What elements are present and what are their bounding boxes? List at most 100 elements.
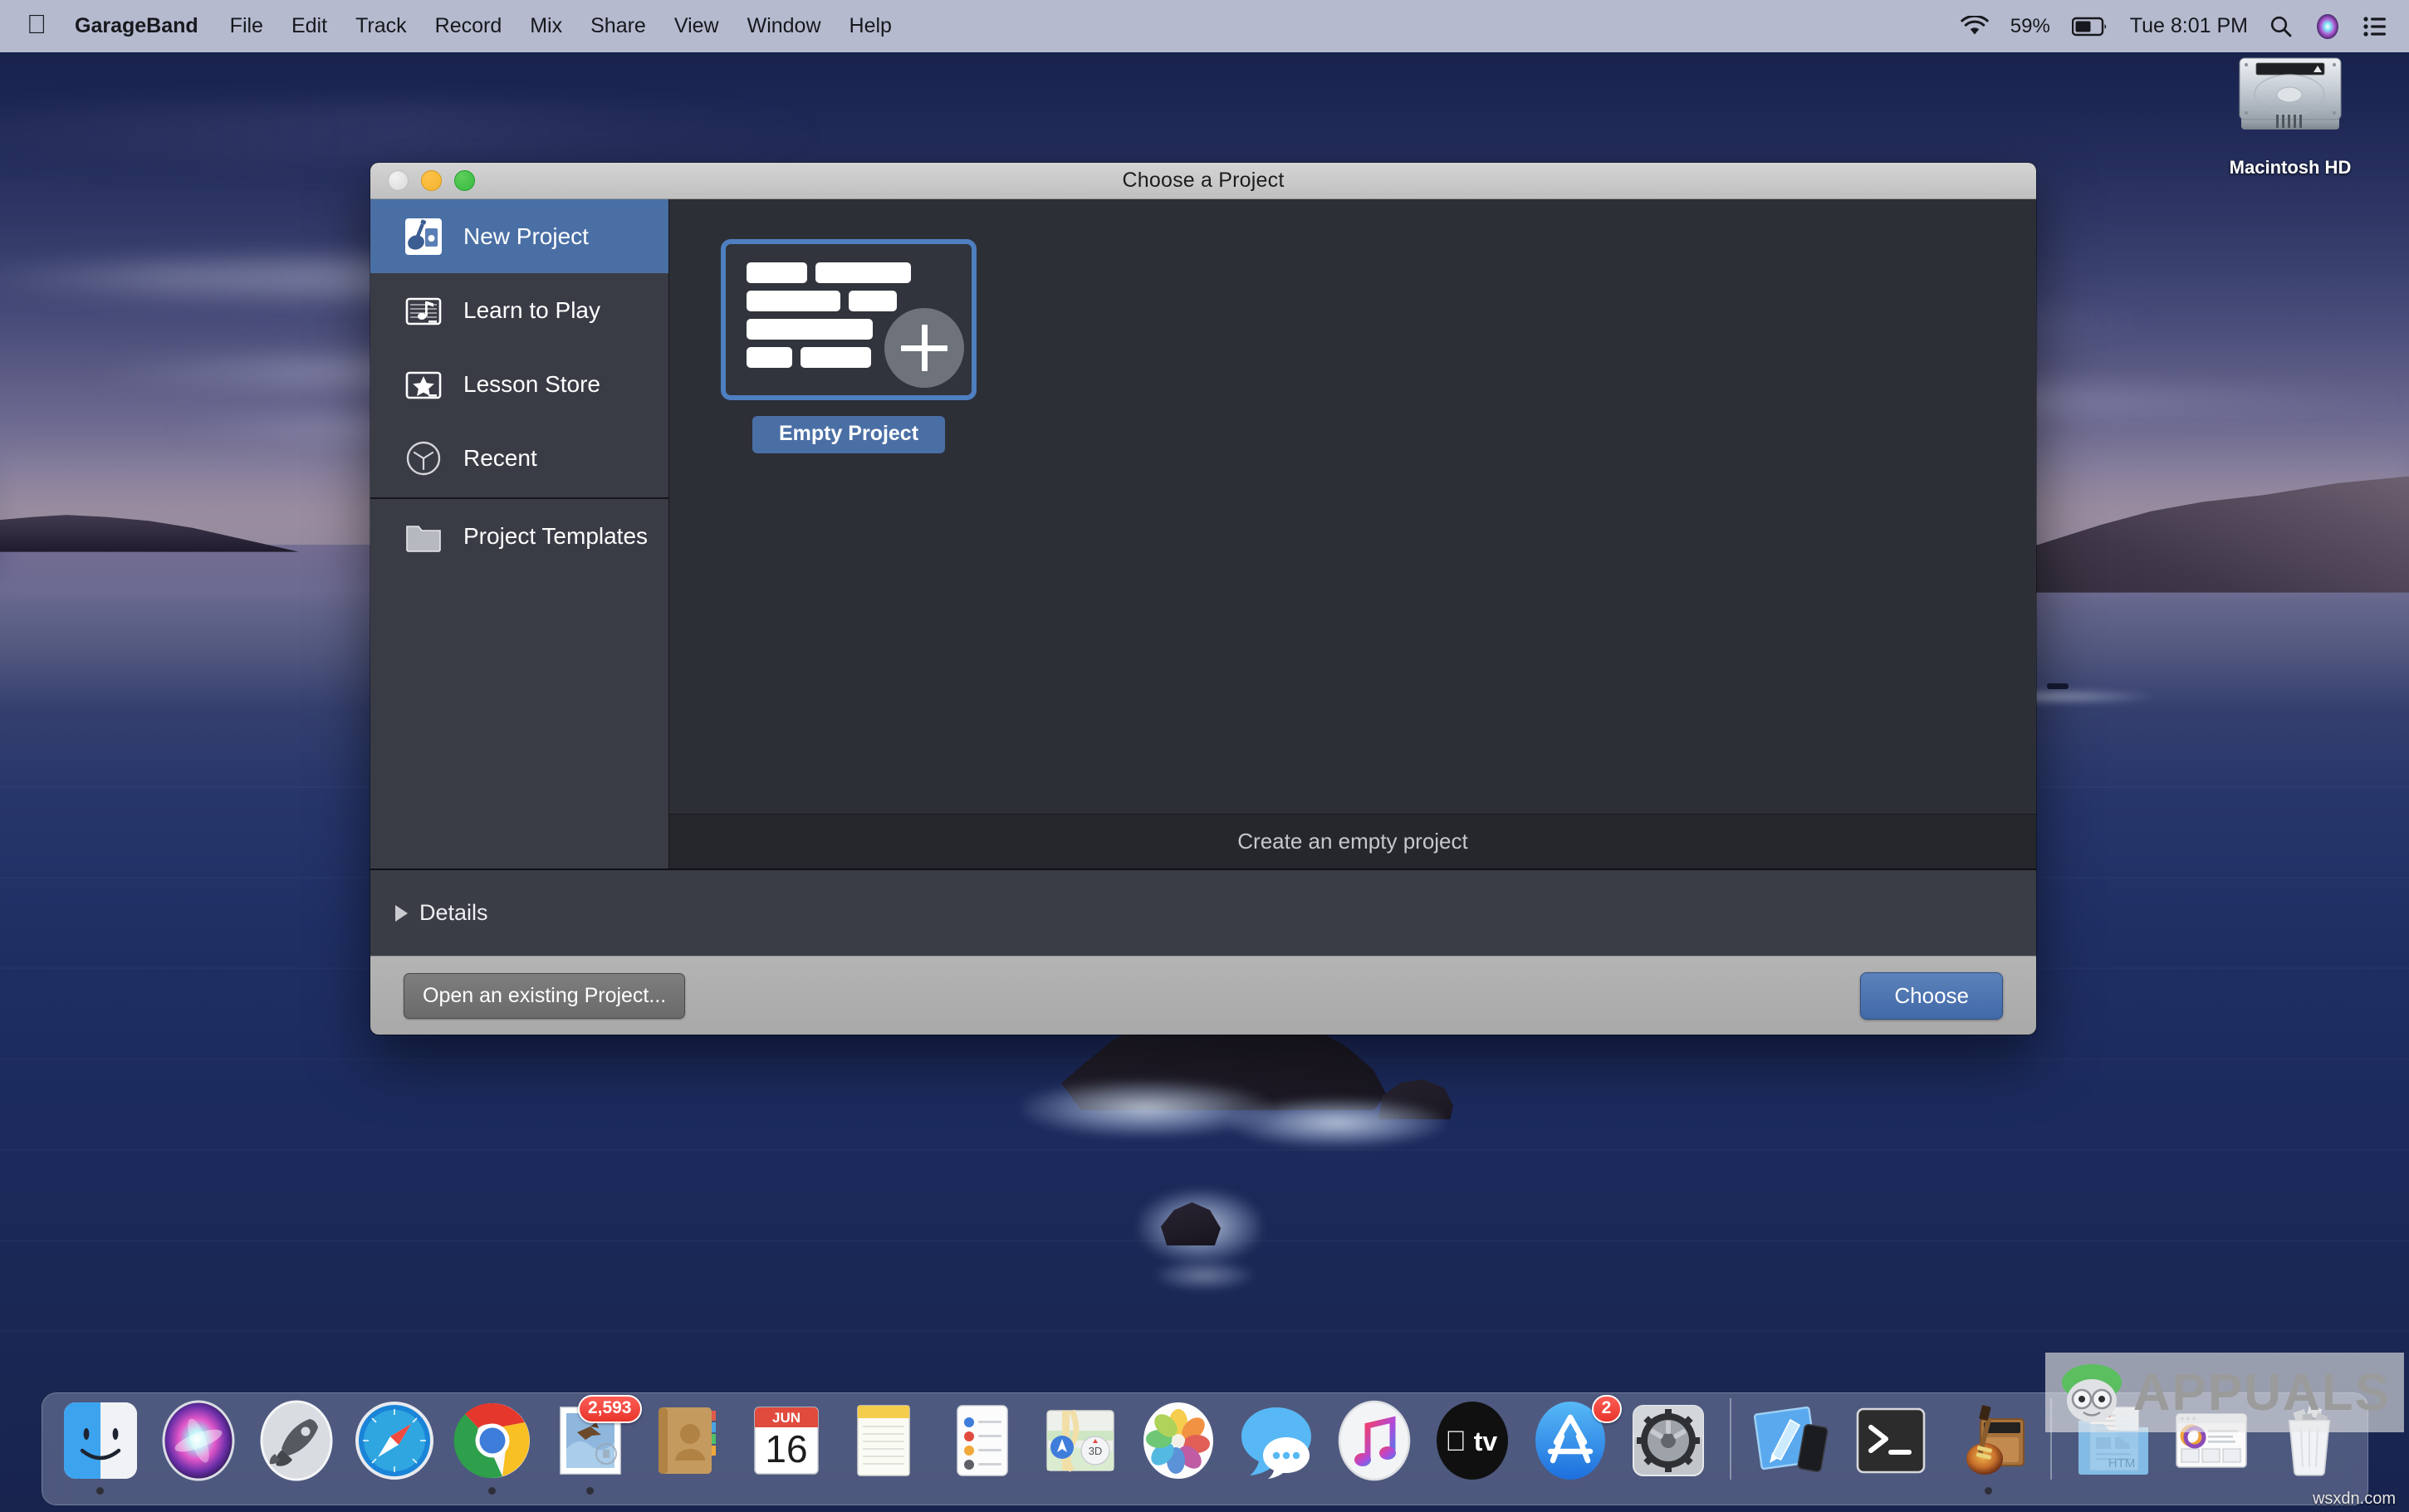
terminal-icon [1849,1399,1932,1482]
star-icon [402,363,445,406]
choose-a-project-window[interactable]: Choose a Project New Project Learn to Pl… [370,163,2036,1035]
dock-item-messages[interactable] [1230,1397,1323,1495]
dock-item-music[interactable] [1328,1397,1421,1495]
dock-item-xcode[interactable] [1746,1397,1839,1495]
sidebar-item-label: Learn to Play [463,296,600,323]
menu-view[interactable]: View [674,14,719,38]
menu-bar:  GarageBand File Edit Track Record Mix … [0,0,2409,52]
template-grid[interactable]: Empty Project [669,199,2036,814]
dock-item-maps[interactable]: 3D [1034,1397,1127,1495]
sidebar-item-learn-to-play[interactable]: Learn to Play [370,273,668,347]
launchpad-rocket-icon [255,1399,338,1482]
dock-item-appletv[interactable]:  tv [1426,1397,1519,1495]
wave-foam [1154,1260,1254,1290]
main-panel: Empty Project Create an empty project [669,199,2036,869]
clock-label[interactable]: Tue 8:01 PM [2130,14,2248,38]
xcode-icon [1751,1399,1834,1482]
details-bar[interactable]: Details [370,869,2036,956]
status-text: Create an empty project [1237,829,1468,854]
dock-separator [1729,1398,1731,1480]
open-existing-project-button[interactable]: Open an existing Project... [404,972,686,1019]
sidebar-item-label: Lesson Store [463,370,600,397]
menu-window[interactable]: Window [747,14,821,38]
sidebar: New Project Learn to Play Lesson Store R… [370,199,669,869]
folder-icon [402,515,445,558]
dock-item-terminal[interactable] [1844,1397,1937,1495]
menu-mix[interactable]: Mix [530,14,562,38]
wifi-icon[interactable] [1961,15,1989,37]
dock-item-appstore[interactable]: 2 [1524,1395,1622,1495]
music-staff-icon [402,289,445,332]
sidebar-item-project-templates[interactable]: Project Templates [370,499,668,573]
sidebar-item-lesson-store[interactable]: Lesson Store [370,347,668,421]
dock-item-photos[interactable] [1132,1397,1225,1495]
dock-item-reminders[interactable] [936,1397,1029,1495]
sidebar-item-label: New Project [463,223,589,249]
details-label: Details [419,900,488,925]
control-center-icon[interactable] [2362,16,2387,37]
calendar-icon: JUN 16 [745,1399,828,1482]
dock-item-launchpad[interactable] [250,1397,343,1495]
reminders-icon [941,1399,1024,1482]
dock-item-notes[interactable] [838,1397,931,1495]
finder-icon [59,1399,142,1482]
status-strip: Create an empty project [669,814,2036,869]
sidebar-item-recent[interactable]: Recent [370,421,668,495]
site-credit-text: wsxdn.com [2312,1490,2396,1508]
maps-3d-label: 3D [1088,1445,1102,1457]
dock-item-chrome[interactable] [446,1397,539,1495]
menu-help[interactable]: Help [850,14,892,38]
sidebar-item-label: Recent [463,444,537,471]
window-body: New Project Learn to Play Lesson Store R… [370,199,2036,869]
sidebar-item-label: Project Templates [463,522,649,549]
menu-edit[interactable]: Edit [291,14,327,38]
apple-tv-icon:  tv [1431,1399,1514,1482]
running-indicator [586,1487,594,1495]
dock-item-trash[interactable] [2263,1397,2356,1495]
appstore-badge: 2 [1591,1395,1622,1423]
dock-item-safari[interactable] [348,1397,441,1495]
add-project-plus-icon[interactable] [884,308,964,388]
dock-item-documents-stack[interactable] [2165,1397,2258,1495]
dock-item-finder[interactable] [54,1397,147,1495]
sidebar-item-new-project[interactable]: New Project [370,199,668,273]
dock-item-system-preferences[interactable] [1622,1397,1715,1495]
search-icon[interactable] [2269,15,2293,38]
template-label: Empty Project [752,416,945,453]
menu-file[interactable]: File [230,14,263,38]
empty-project-icon[interactable] [721,239,977,400]
desktop-icon-macintosh-hd[interactable]: Macintosh HD [2211,48,2369,179]
dock-item-downloads-stack[interactable]: HTM [2067,1397,2160,1495]
dock-item-contacts[interactable] [642,1397,735,1495]
menu-bar-status-area: 59% Tue 8:01 PM [1961,13,2387,40]
menu-garageband[interactable]: GarageBand [75,14,198,38]
siri-icon [157,1399,240,1482]
calendar-month: JUN [771,1410,800,1426]
downloads-folder-icon: HTM [2072,1399,2155,1482]
dock-separator [2049,1398,2052,1480]
dock-item-garageband[interactable] [1942,1397,2035,1495]
battery-icon[interactable] [2071,17,2108,37]
running-indicator [96,1487,104,1495]
siri-icon[interactable] [2314,13,2341,40]
menu-track[interactable]: Track [355,14,407,38]
dock-item-calendar[interactable]: JUN 16 [740,1397,833,1495]
apple-logo-icon[interactable]:  [27,11,47,37]
menu-share[interactable]: Share [590,14,646,38]
notes-icon [843,1399,926,1482]
svg-text:tv: tv [1473,1426,1497,1456]
music-note-icon [1333,1399,1416,1482]
menu-record[interactable]: Record [435,14,502,38]
running-indicator [1985,1487,1992,1495]
safari-compass-icon [353,1399,436,1482]
dock-item-mail[interactable]: 2,593 [544,1395,642,1495]
battery-percent-label: 59% [2010,14,2050,37]
footer-bar: Open an existing Project... Choose [370,956,2036,1035]
choose-button[interactable]: Choose [1860,971,2003,1020]
window-titlebar[interactable]: Choose a Project [370,163,2036,199]
disclosure-triangle-right-icon[interactable] [395,904,408,922]
template-empty-project[interactable]: Empty Project [721,239,977,453]
garageband-icon [1947,1399,2030,1482]
chrome-icon [451,1399,534,1482]
dock-item-siri[interactable] [152,1397,245,1495]
